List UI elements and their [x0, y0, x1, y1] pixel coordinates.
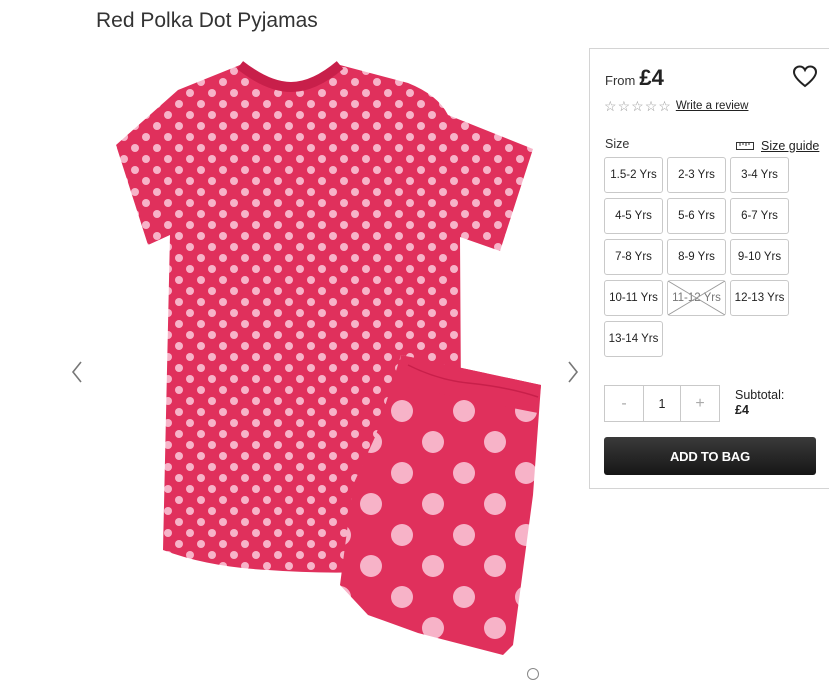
heart-icon — [792, 65, 818, 88]
size-option[interactable]: 1.5-2 Yrs — [604, 157, 663, 193]
write-review-link[interactable]: Write a review — [676, 100, 749, 112]
size-option-label: 10-11 Yrs — [609, 292, 658, 304]
size-option[interactable]: 13-14 Yrs — [604, 321, 663, 357]
size-option[interactable]: 6-7 Yrs — [730, 198, 789, 234]
rating-stars[interactable]: ☆ ☆ ☆ ☆ ☆ — [604, 99, 671, 113]
subtotal-label: Subtotal: — [735, 388, 785, 402]
size-option[interactable]: 7-8 Yrs — [604, 239, 663, 275]
chevron-left-icon — [71, 361, 82, 383]
quantity-decrease-button[interactable]: - — [605, 386, 643, 421]
size-option[interactable]: 5-6 Yrs — [667, 198, 726, 234]
star-icon: ☆ — [644, 98, 658, 114]
price-value: £4 — [639, 65, 664, 90]
size-option-label: 5-6 Yrs — [678, 210, 715, 222]
add-to-bag-button[interactable]: ADD TO BAG — [604, 437, 816, 475]
size-option-label: 9-10 Yrs — [737, 251, 782, 263]
unavailable-cross-icon — [668, 281, 725, 315]
size-option-label: 3-4 Yrs — [741, 169, 778, 181]
size-option-label: 2-3 Yrs — [678, 169, 715, 181]
size-option-label: 13-14 Yrs — [608, 333, 659, 345]
size-guide-label: Size guide — [761, 139, 820, 153]
wishlist-button[interactable] — [792, 65, 818, 89]
size-option[interactable]: 12-13 Yrs — [730, 280, 789, 316]
price-row: From £4 — [605, 65, 664, 91]
quantity-increase-button[interactable]: + — [681, 386, 719, 421]
price-from-label: From — [605, 73, 636, 88]
chevron-right-icon — [568, 361, 579, 383]
product-title: Red Polka Dot Pyjamas — [96, 9, 318, 32]
star-icon: ☆ — [631, 98, 644, 114]
star-icon: ☆ — [658, 98, 671, 114]
ruler-icon — [736, 142, 754, 150]
quantity-input[interactable]: 1 — [643, 386, 681, 421]
gallery-prev-button[interactable] — [66, 357, 90, 387]
size-option-unavailable[interactable]: 11-12 Yrs — [667, 280, 726, 316]
size-guide-link[interactable]: Size guide — [736, 139, 819, 153]
carousel-indicator[interactable] — [527, 668, 539, 680]
product-image — [108, 55, 548, 670]
size-option[interactable]: 10-11 Yrs — [604, 280, 663, 316]
size-option[interactable]: 8-9 Yrs — [667, 239, 726, 275]
rating-row: ☆ ☆ ☆ ☆ ☆ Write a review — [604, 99, 748, 113]
size-option-label: 7-8 Yrs — [615, 251, 652, 263]
gallery-next-button[interactable] — [560, 357, 584, 387]
size-option[interactable]: 2-3 Yrs — [667, 157, 726, 193]
size-option[interactable]: 9-10 Yrs — [730, 239, 789, 275]
subtotal-value: £4 — [735, 403, 749, 417]
purchase-panel: From £4 ☆ ☆ ☆ ☆ ☆ Write a review Size Si… — [589, 48, 829, 489]
size-option-label: 12-13 Yrs — [734, 292, 785, 304]
size-label: Size — [605, 137, 630, 151]
star-icon: ☆ — [617, 98, 631, 114]
size-option[interactable]: 3-4 Yrs — [730, 157, 789, 193]
size-option-label: 4-5 Yrs — [615, 210, 652, 222]
size-option-label: 6-7 Yrs — [741, 210, 778, 222]
quantity-stepper: - 1 + — [604, 385, 720, 422]
size-option[interactable]: 4-5 Yrs — [604, 198, 663, 234]
size-option-label: 8-9 Yrs — [678, 251, 715, 263]
size-options: 1.5-2 Yrs 2-3 Yrs 3-4 Yrs 4-5 Yrs 5-6 Yr… — [604, 157, 792, 357]
size-option-label: 1.5-2 Yrs — [610, 169, 657, 181]
star-icon: ☆ — [604, 98, 617, 114]
subtotal: Subtotal: £4 — [735, 388, 784, 418]
